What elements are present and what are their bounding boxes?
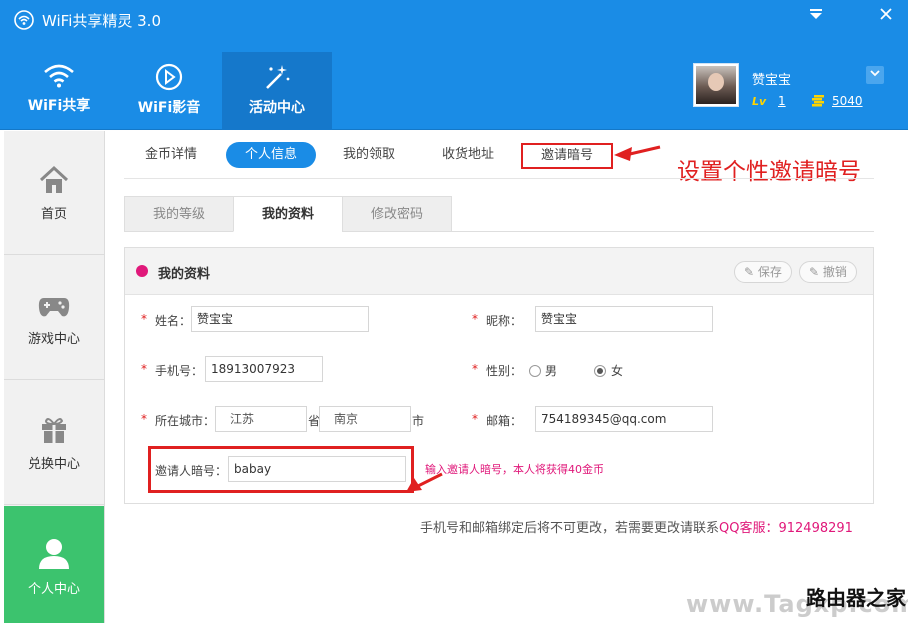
cancel-label: 撤销 [822, 265, 847, 279]
sidebar-item-label: 游戏中心 [27, 332, 80, 347]
save-button[interactable]: ✎ 保存 [734, 261, 792, 283]
save-label: 保存 [757, 265, 782, 279]
gender-female-radio[interactable] [594, 365, 606, 377]
cancel-button[interactable]: ✎ 撤销 [799, 261, 857, 283]
triangle-down-icon [810, 9, 822, 19]
required-mark: * [141, 312, 147, 326]
name-input[interactable]: 赞宝宝 [191, 306, 369, 332]
user-icon [39, 539, 69, 569]
tab-invite-code[interactable]: 邀请暗号 [521, 143, 613, 169]
tab-personal-info[interactable]: 个人信息 [226, 142, 316, 168]
sidebar-item-home[interactable]: 首页 [4, 131, 104, 255]
app-title-bar: WiFi共享精灵 3.0 [14, 9, 161, 31]
gender-male-radio[interactable] [529, 365, 541, 377]
sidebar-item-game-center[interactable]: 游戏中心 [4, 256, 104, 380]
tab-change-password[interactable]: 修改密码 [342, 196, 452, 232]
binding-notice: 手机号和邮箱绑定后将不可更改，若需要更改请联系QQ客服：912498291 [420, 517, 853, 536]
required-mark: * [472, 312, 478, 326]
wifi-icon [44, 64, 74, 88]
email-input[interactable]: 754189345@qq.com [535, 406, 713, 432]
required-mark: * [141, 362, 147, 376]
coin-balance-link[interactable]: 5040 [832, 94, 863, 108]
required-mark: * [141, 412, 147, 426]
home-icon [39, 165, 69, 193]
close-button[interactable] [876, 6, 896, 24]
nav-tab-activity-center[interactable]: 活动中心 [222, 52, 332, 130]
avatar[interactable] [693, 63, 739, 107]
avatar-image [696, 66, 736, 104]
qq-support-link[interactable]: QQ客服：912498291 [719, 521, 853, 536]
gift-icon [42, 418, 66, 443]
sidebar-item-exchange-center[interactable]: 兑换中心 [4, 381, 104, 505]
nav-tab-label: WiFi共享 [27, 98, 91, 114]
chevron-down-icon [870, 70, 880, 77]
nav-tab-wifi-share[interactable]: WiFi共享 [4, 52, 114, 130]
level-link[interactable]: 1 [778, 94, 786, 108]
pencil-icon: ✎ [809, 265, 820, 279]
pencil-icon: ✎ [744, 265, 755, 279]
close-icon [880, 8, 892, 20]
city-unit: 市 [412, 414, 425, 428]
play-icon [155, 63, 183, 91]
tab-my-profile[interactable]: 我的资料 [233, 196, 343, 232]
nav-tab-wifi-media[interactable]: WiFi影音 [114, 52, 224, 130]
invite-label: 邀请人暗号： [155, 464, 228, 478]
tab-my-level[interactable]: 我的等级 [124, 196, 234, 232]
nickname-label: 昵称： [486, 314, 523, 328]
gender-female-label: 女 [611, 364, 624, 378]
panel-title: 我的资料 [158, 267, 211, 282]
province-input[interactable]: 江苏 [215, 406, 307, 432]
gender-male-label: 男 [545, 364, 558, 378]
tab-my-claims[interactable]: 我的领取 [330, 142, 408, 168]
tab-shipping-address[interactable]: 收货地址 [428, 142, 508, 168]
wifi-logo-icon [14, 10, 34, 30]
sidebar-item-personal-center[interactable]: 个人中心 [4, 506, 104, 623]
gamepad-icon [38, 298, 70, 317]
subtab-divider [124, 178, 874, 179]
email-label: 邮箱： [486, 414, 523, 428]
nav-tab-label: 活动中心 [249, 100, 305, 116]
magic-wand-icon [266, 65, 290, 89]
name-label: 姓名： [155, 314, 192, 328]
required-mark: * [472, 362, 478, 376]
level-badge: Lv [752, 95, 767, 108]
gender-label: 性别： [486, 364, 523, 378]
annotation-arrow-icon [614, 145, 661, 161]
nickname-input[interactable]: 赞宝宝 [535, 306, 713, 332]
invite-hint: 输入邀请人暗号，本人将获得40金币 [425, 463, 604, 476]
required-mark: * [472, 412, 478, 426]
app-title: WiFi共享精灵 3.0 [42, 11, 161, 30]
minimize-dropdown-button[interactable] [806, 6, 826, 24]
sidebar-item-label: 兑换中心 [27, 457, 80, 472]
user-menu-button[interactable] [866, 66, 884, 84]
city-input[interactable]: 南京 [319, 406, 411, 432]
watermark-brand: 路由器之家 [806, 586, 906, 610]
tab-coin-details[interactable]: 金币详情 [132, 142, 210, 168]
sidebar-item-label: 个人中心 [27, 582, 80, 597]
annotation-text: 设置个性邀请暗号 [677, 159, 861, 185]
app-header: WiFi共享精灵 3.0 WiFi共享 WiFi影音 活动中心 赞宝宝 Lv 1… [0, 0, 908, 130]
invite-code-input[interactable]: babay [228, 456, 406, 482]
nav-tab-label: WiFi影音 [137, 100, 201, 116]
coin-stack-icon [812, 95, 824, 107]
sidebar: 首页 游戏中心 兑换中心 个人中心 [4, 131, 105, 623]
bullet-dot [136, 265, 148, 277]
notice-text: 手机号和邮箱绑定后将不可更改，若需要更改请联系 [420, 521, 720, 536]
phone-input[interactable]: 18913007923 [205, 356, 323, 382]
inner-tab-line [452, 231, 874, 232]
sidebar-item-label: 首页 [40, 207, 67, 222]
city-label: 所在城市： [155, 414, 216, 428]
phone-label: 手机号： [155, 364, 204, 378]
panel-header: 我的资料 ✎ 保存 ✎ 撤销 [125, 248, 873, 295]
username: 赞宝宝 [752, 73, 792, 88]
